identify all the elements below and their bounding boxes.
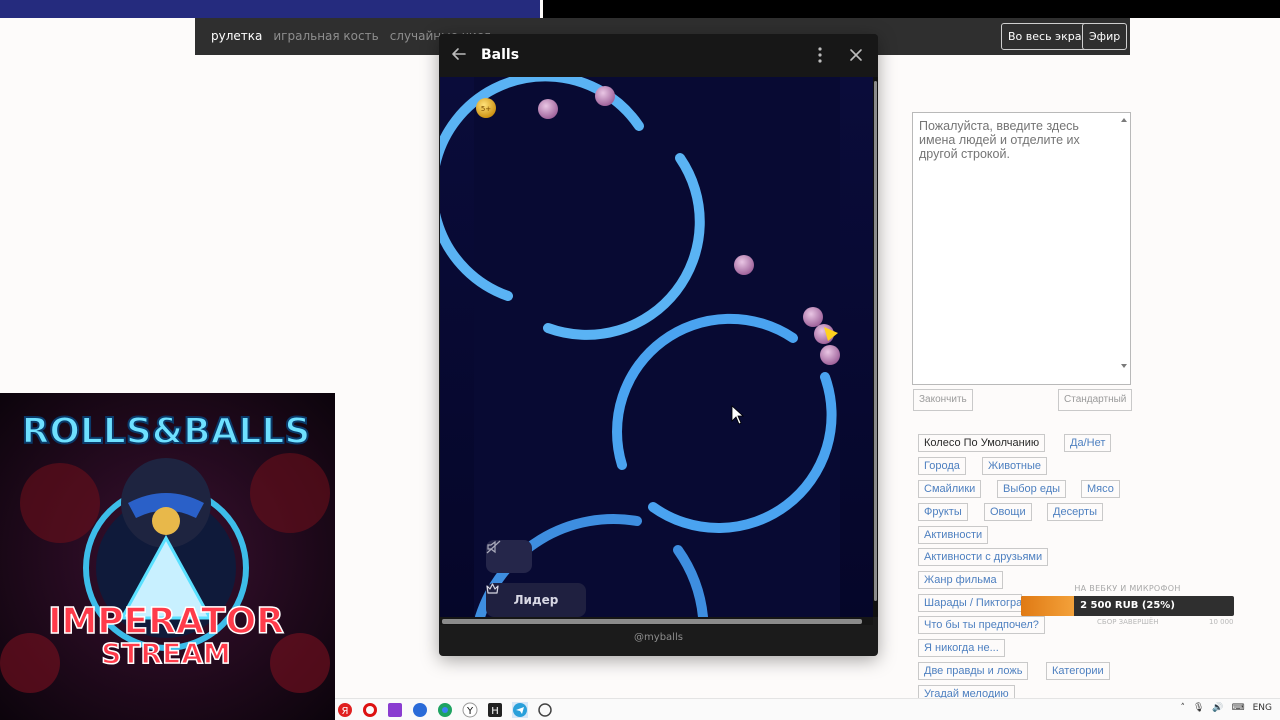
finish-button[interactable]: Закончить: [913, 389, 973, 411]
nav-item-dice[interactable]: игральная кость: [273, 29, 378, 43]
donation-goal-title: НА ВЕБКУ И МИКРОФОН: [1074, 584, 1181, 593]
crown-icon: [486, 583, 499, 594]
vertical-scrollbar[interactable]: [873, 77, 878, 617]
ball: [595, 86, 615, 106]
preset-desserts[interactable]: Десерты: [1047, 503, 1104, 521]
preset-movie-genre[interactable]: Жанр фильма: [918, 571, 1003, 589]
nav-item-roulette[interactable]: рулетка: [211, 29, 262, 43]
standard-button[interactable]: Стандартный: [1058, 389, 1133, 411]
top-black-strip: [543, 0, 1280, 18]
ball-gold-label: 5+: [481, 105, 491, 113]
telegram-app-icon[interactable]: [512, 702, 528, 718]
ball: [803, 307, 823, 327]
vertical-scroll-thumb[interactable]: [874, 81, 877, 601]
windows-taskbar: Я Y H ˄ 🎙 🔊 ⌨ ENG: [335, 698, 1280, 720]
preset-would-you-rather[interactable]: Что бы ты предпочел?: [918, 616, 1045, 634]
preset-emoji[interactable]: Смайлики: [918, 480, 982, 498]
stream-overlay-artwork: ROLLS&BALLS IMPERATOR STREAM: [0, 393, 335, 720]
system-tray: ˄ 🎙 🔊 ⌨ ENG: [1180, 703, 1272, 713]
names-input[interactable]: [912, 112, 1131, 385]
stream-button[interactable]: Эфир: [1082, 23, 1128, 50]
preset-yes-no[interactable]: Да/Нет: [1064, 434, 1112, 452]
preset-vegetables[interactable]: Овощи: [984, 503, 1032, 521]
h-app-icon[interactable]: H: [487, 702, 503, 718]
opera-app-icon[interactable]: [362, 702, 378, 718]
ball: [820, 345, 840, 365]
donation-amount: 2 500 RUB (25%): [1080, 600, 1175, 611]
preset-animals[interactable]: Животные: [982, 457, 1048, 475]
preset-meat[interactable]: Мясо: [1081, 480, 1120, 498]
yandex-app-icon[interactable]: Я: [337, 702, 353, 718]
textarea-scrollbar[interactable]: [1118, 114, 1129, 384]
leader-label: Лидер: [513, 593, 559, 607]
horizontal-scrollbar[interactable]: [440, 617, 873, 625]
preset-activities[interactable]: Активности: [918, 526, 989, 544]
preset-categories[interactable]: Категории: [1046, 662, 1110, 680]
preset-two-truths[interactable]: Две правды и ложь: [918, 662, 1029, 680]
preset-default-wheel[interactable]: Колесо По Умолчанию: [918, 434, 1046, 452]
telegram-miniapp-window: Balls 5+ Лидер @myballs: [439, 34, 878, 656]
svg-text:Я: Я: [342, 706, 349, 717]
back-arrow-icon[interactable]: [451, 46, 467, 62]
preset-never-have-i[interactable]: Я никогда не...: [918, 639, 1005, 657]
preset-activities-friends[interactable]: Активности с друзьями: [918, 548, 1049, 566]
keyboard-icon[interactable]: ⌨: [1232, 703, 1245, 713]
horizontal-scroll-thumb[interactable]: [442, 619, 862, 624]
blue-app-icon[interactable]: [412, 702, 428, 718]
svg-text:H: H: [491, 706, 499, 717]
preset-food[interactable]: Выбор еды: [997, 480, 1067, 498]
chrome-app-icon[interactable]: [437, 702, 453, 718]
overlay-title-3: STREAM: [101, 637, 231, 670]
window-header: Balls: [439, 34, 878, 77]
purple-app-icon[interactable]: [387, 702, 403, 718]
chevron-up-icon[interactable]: ˄: [1180, 703, 1185, 713]
donation-right-note: 10 000: [1209, 618, 1234, 626]
game-canvas[interactable]: 5+ Лидер: [440, 77, 873, 617]
close-icon[interactable]: [848, 47, 864, 63]
game-scene: 5+: [440, 77, 873, 617]
overlay-title-2: IMPERATOR: [48, 601, 284, 642]
rolls-balls-logo: ROLLS&BALLS IMPERATOR STREAM: [0, 393, 335, 720]
window-title: Balls: [481, 47, 520, 63]
volume-icon[interactable]: 🔊: [1212, 703, 1223, 713]
ball: [734, 255, 754, 275]
top-blue-strip: [0, 0, 540, 18]
microphone-icon[interactable]: 🎙: [1193, 703, 1204, 713]
preset-charades[interactable]: Шарады / Пиктограммы: [918, 594, 1022, 612]
more-vertical-icon[interactable]: [812, 46, 828, 64]
preset-fruits[interactable]: Фрукты: [918, 503, 968, 521]
obs-app-icon[interactable]: [537, 702, 553, 718]
ball: [538, 99, 558, 119]
donation-progress-bar: 2 500 RUB (25%): [1021, 596, 1234, 616]
preset-cities[interactable]: Города: [918, 457, 966, 475]
mute-button[interactable]: [486, 540, 532, 573]
bot-handle: @myballs: [634, 632, 683, 643]
sound-off-icon: [486, 540, 501, 554]
yandex-browser-icon[interactable]: Y: [462, 702, 478, 718]
svg-text:Y: Y: [466, 706, 474, 717]
donation-left-note: СБОР ЗАВЕРШЁН: [1097, 618, 1159, 626]
leader-button[interactable]: Лидер: [486, 583, 586, 617]
language-indicator[interactable]: ENG: [1253, 703, 1272, 713]
overlay-title-1: ROLLS&BALLS: [22, 411, 311, 452]
